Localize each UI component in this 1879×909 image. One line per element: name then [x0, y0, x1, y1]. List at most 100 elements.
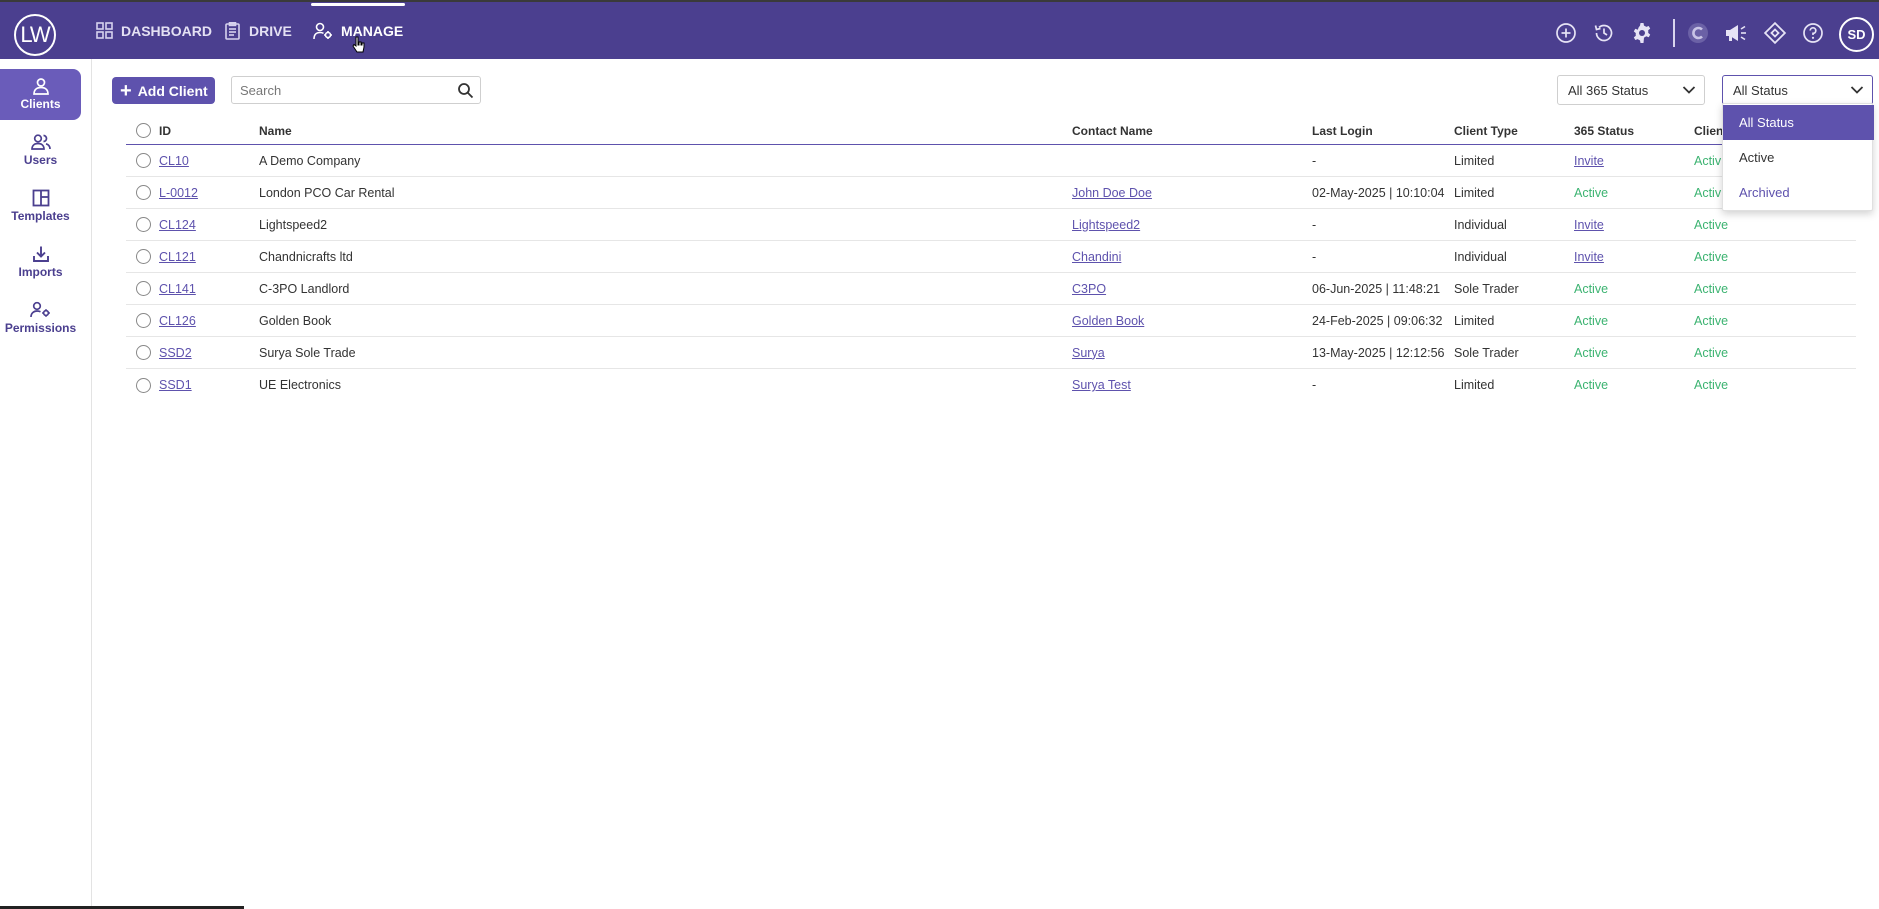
365-status-invite-link[interactable]: Invite	[1574, 241, 1604, 272]
365-status-invite-link[interactable]: Invite	[1574, 145, 1604, 176]
sidebar-item-label: Permissions	[4, 321, 77, 335]
header-client-status[interactable]: Clien	[1694, 117, 1723, 144]
client-id-link[interactable]: CL10	[159, 145, 189, 176]
last-login: -	[1312, 249, 1317, 264]
header-365-status[interactable]: 365 Status	[1574, 117, 1634, 144]
client-type: Limited	[1454, 313, 1495, 328]
row-checkbox[interactable]	[136, 313, 151, 328]
sidebar-item-label: Clients	[20, 97, 61, 111]
header-client-type[interactable]: Client Type	[1454, 117, 1518, 144]
select-all-checkbox[interactable]	[136, 123, 151, 138]
status-filter-value: All Status	[1733, 83, 1788, 98]
table-row[interactable]: L-0012 London PCO Car Rental John Doe Do…	[126, 177, 1856, 209]
search-box	[231, 76, 481, 104]
last-login: 13-May-2025 | 12:12:56	[1312, 345, 1445, 360]
client-type: Individual	[1454, 217, 1507, 232]
table-row[interactable]: SSD2 Surya Sole Trade Surya 13-May-2025 …	[126, 337, 1856, 369]
chevron-down-icon	[1682, 86, 1696, 94]
sidebar: Clients Users Templates Imports Permissi…	[0, 59, 92, 909]
megaphone-icon[interactable]	[1723, 20, 1749, 46]
client-id-link[interactable]: SSD2	[159, 337, 192, 368]
dropdown-option-archived[interactable]: Archived	[1723, 175, 1874, 210]
diamond-icon[interactable]	[1762, 20, 1788, 46]
contact-name-link[interactable]: Chandini	[1072, 241, 1121, 272]
sidebar-item-users[interactable]: Users	[0, 125, 81, 176]
contact-name-link[interactable]: Lightspeed2	[1072, 209, 1140, 240]
status-filter[interactable]: All Status	[1722, 75, 1873, 105]
row-checkbox[interactable]	[136, 153, 151, 168]
row-checkbox[interactable]	[136, 217, 151, 232]
add-client-button[interactable]: + Add Client	[112, 77, 215, 104]
add-circle-icon[interactable]	[1553, 20, 1579, 46]
client-id-link[interactable]: CL141	[159, 273, 196, 304]
client-id-link[interactable]: CL124	[159, 209, 196, 240]
sidebar-item-templates[interactable]: Templates	[0, 181, 81, 232]
table-row[interactable]: SSD1 UE Electronics Surya Test - Limited…	[126, 369, 1856, 401]
client-id-link[interactable]: SSD1	[159, 369, 192, 401]
user-icon	[32, 78, 49, 95]
header-id[interactable]: ID	[159, 117, 171, 144]
row-checkbox[interactable]	[136, 345, 151, 360]
mouse-cursor-icon	[352, 36, 365, 53]
sidebar-item-label: Templates	[11, 209, 70, 223]
sidebar-item-label: Users	[23, 153, 58, 167]
365-status-filter[interactable]: All 365 Status	[1557, 75, 1705, 105]
search-input[interactable]	[240, 81, 440, 99]
header-last-login[interactable]: Last Login	[1312, 117, 1373, 144]
sidebar-item-label: Imports	[18, 265, 63, 279]
header-contact-name[interactable]: Contact Name	[1072, 117, 1153, 144]
row-checkbox[interactable]	[136, 377, 151, 393]
user-avatar[interactable]: SD	[1839, 17, 1874, 52]
row-checkbox[interactable]	[136, 249, 151, 264]
client-id-link[interactable]: L-0012	[159, 177, 198, 208]
row-checkbox[interactable]	[136, 281, 151, 296]
dropdown-option-active[interactable]: Active	[1723, 140, 1874, 175]
table-row[interactable]: CL10 A Demo Company - Limited Invite Act…	[126, 145, 1856, 177]
client-status: Active	[1694, 313, 1729, 328]
last-login: 24-Feb-2025 | 09:06:32	[1312, 313, 1443, 328]
last-login: -	[1312, 153, 1317, 168]
client-id-link[interactable]: CL121	[159, 241, 196, 272]
table-row[interactable]: CL126 Golden Book Golden Book 24-Feb-202…	[126, 305, 1856, 337]
contact-name-link[interactable]: Surya Test	[1072, 369, 1131, 401]
client-name: Lightspeed2	[259, 217, 328, 232]
nav-drive[interactable]: DRIVE	[224, 2, 292, 59]
user-gear-icon	[313, 22, 332, 39]
contact-name-link[interactable]: C3PO	[1072, 273, 1106, 304]
chevron-down-icon	[1850, 86, 1864, 94]
client-status: Active	[1694, 378, 1729, 392]
settings-icon[interactable]	[1629, 20, 1655, 46]
client-id-link[interactable]: CL126	[159, 305, 196, 336]
c-logo-icon[interactable]	[1685, 20, 1711, 46]
client-status: Active	[1694, 217, 1729, 232]
table-row[interactable]: CL141 C-3PO Landlord C3PO 06-Jun-2025 | …	[126, 273, 1856, 305]
table-row[interactable]: CL121 Chandnicrafts ltd Chandini - Indiv…	[126, 241, 1856, 273]
nav-manage-label: MANAGE	[341, 22, 404, 39]
status-dropdown-menu: All Status Active Archived	[1722, 103, 1874, 211]
nav-dashboard[interactable]: DASHBOARD	[96, 2, 212, 59]
header-name[interactable]: Name	[259, 117, 292, 144]
help-icon[interactable]	[1800, 20, 1826, 46]
sidebar-item-clients[interactable]: Clients	[0, 69, 81, 120]
contact-name-link[interactable]: John Doe Doe	[1072, 177, 1152, 208]
client-type: Limited	[1454, 185, 1495, 200]
contact-name-link[interactable]: Golden Book	[1072, 305, 1144, 336]
client-status: Activ	[1694, 153, 1722, 168]
sidebar-item-permissions[interactable]: Permissions	[0, 293, 81, 344]
client-name: Chandnicrafts ltd	[259, 249, 353, 264]
sidebar-item-imports[interactable]: Imports	[0, 237, 81, 288]
nav-drive-label: DRIVE	[249, 22, 292, 39]
search-icon[interactable]	[457, 82, 474, 99]
app-logo[interactable]: LW	[14, 14, 56, 56]
client-type: Sole Trader	[1454, 281, 1519, 296]
365-status-invite-link[interactable]: Invite	[1574, 209, 1604, 240]
dropdown-option-all-status[interactable]: All Status	[1723, 105, 1874, 140]
history-icon[interactable]	[1591, 20, 1617, 46]
table-row[interactable]: CL124 Lightspeed2 Lightspeed2 - Individu…	[126, 209, 1856, 241]
client-type: Limited	[1454, 153, 1495, 168]
365-status: Active	[1574, 345, 1609, 360]
client-status: Active	[1694, 249, 1729, 264]
row-checkbox[interactable]	[136, 185, 151, 200]
last-login: -	[1312, 217, 1317, 232]
contact-name-link[interactable]: Surya	[1072, 337, 1105, 368]
